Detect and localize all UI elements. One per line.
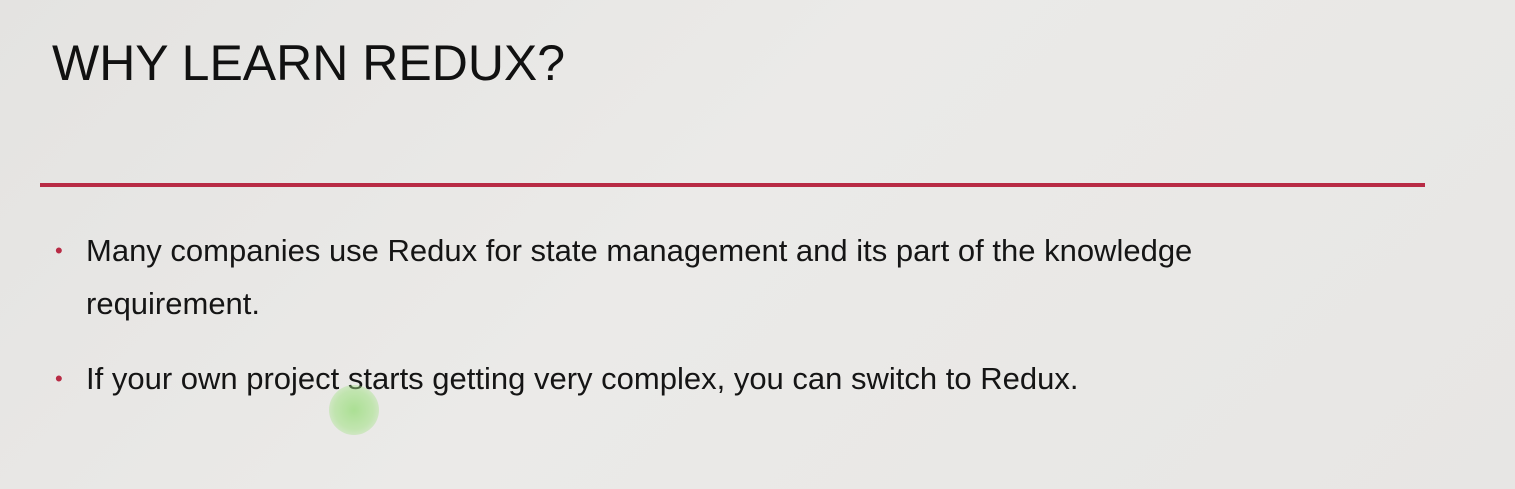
bullet-text: Many companies use Redux for state manag…	[86, 233, 1193, 321]
bullet-item: • Many companies use Redux for state man…	[50, 224, 1350, 330]
title-divider	[40, 183, 1425, 187]
cursor-highlight-icon	[329, 385, 379, 435]
presentation-slide: WHY LEARN REDUX? • Many companies use Re…	[0, 0, 1515, 489]
bullet-text: If your own project starts getting very …	[86, 361, 1079, 396]
bullet-dot-icon: •	[55, 238, 63, 263]
bullet-list: • Many companies use Redux for state man…	[50, 224, 1350, 427]
bullet-item: • If your own project starts getting ver…	[50, 352, 1350, 405]
bullet-dot-icon: •	[55, 366, 63, 391]
slide-title: WHY LEARN REDUX?	[52, 35, 566, 91]
